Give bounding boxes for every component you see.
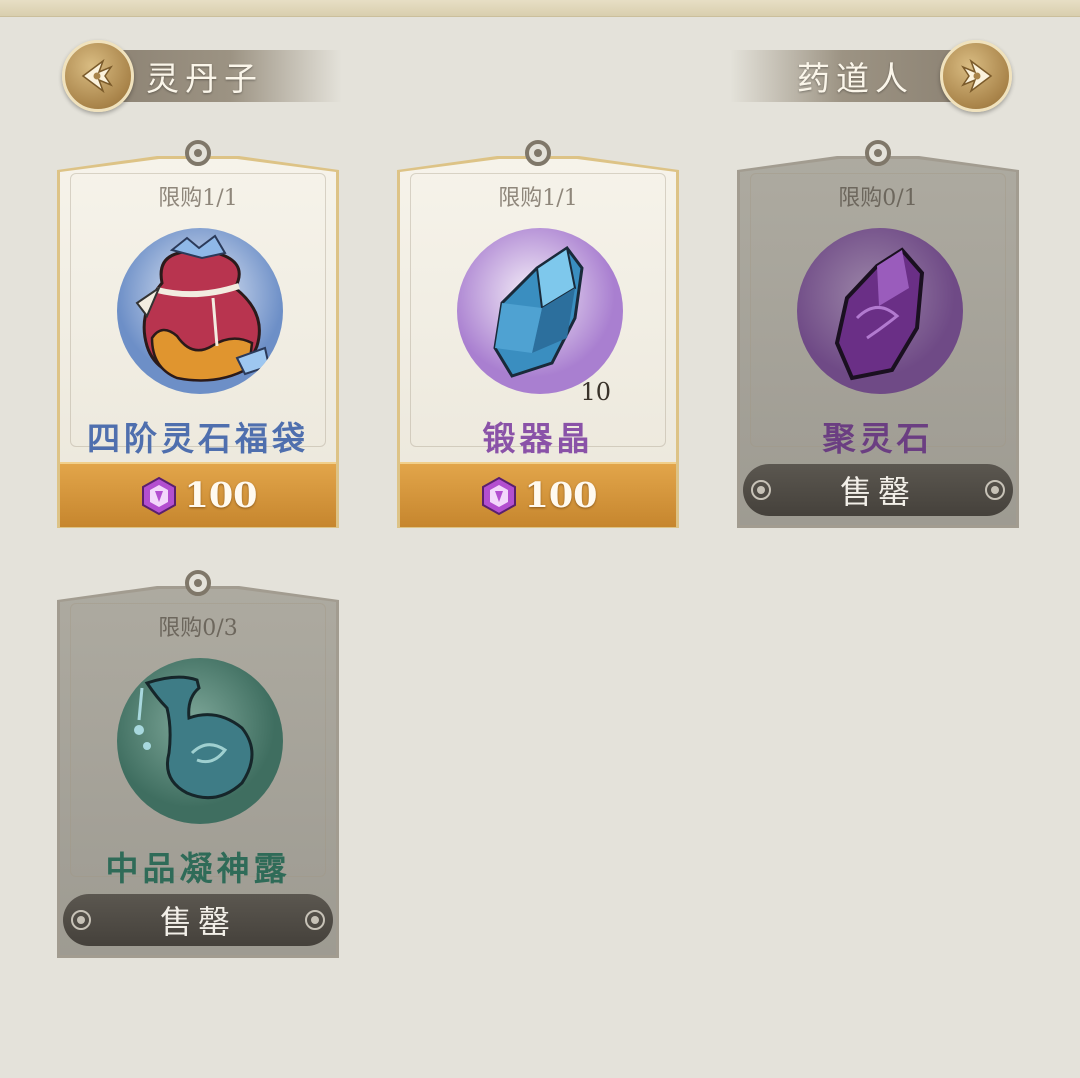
purple-stone-icon <box>797 228 963 394</box>
item-name: 聚灵石 <box>822 419 934 458</box>
prev-vendor-button[interactable]: 灵丹子 <box>62 40 342 112</box>
shop-item-card[interactable]: 限购0/1 聚灵石 售罄 <box>737 140 1019 528</box>
buy-button[interactable]: 100 <box>60 462 336 527</box>
potion-flask-icon <box>117 658 283 824</box>
next-vendor-button[interactable]: 药道人 <box>730 40 1012 112</box>
arrow-right-icon <box>940 40 1012 112</box>
item-name: 四阶灵石福袋 <box>87 419 309 458</box>
purchase-limit: 限购1/1 <box>158 186 238 211</box>
item-name: 锻器晶 <box>482 419 594 458</box>
sold-out-badge: 售罄 <box>63 894 333 946</box>
sold-out-label: 售罄 <box>839 473 916 511</box>
item-name: 中品凝神露 <box>105 849 291 888</box>
purchase-limit: 限购0/1 <box>838 186 918 211</box>
sold-out-label: 售罄 <box>159 903 236 941</box>
currency-gem-icon <box>482 476 517 515</box>
item-quantity: 10 <box>580 378 611 406</box>
price-value: 100 <box>184 475 258 516</box>
purchase-limit: 限购0/3 <box>158 616 238 641</box>
card-hanger <box>185 140 211 166</box>
card-hanger <box>865 140 891 166</box>
shop-item-card[interactable]: 限购0/3 中品凝神露 售罄 <box>57 570 339 958</box>
card-hanger <box>185 570 211 596</box>
price-value: 100 <box>524 475 598 516</box>
top-strip <box>0 0 1080 17</box>
sold-out-badge: 售罄 <box>743 464 1013 516</box>
purchase-limit: 限购1/1 <box>498 186 578 211</box>
arrow-left-icon <box>62 40 134 112</box>
shop-item-card[interactable]: 限购1/1 10 锻器晶 100 <box>397 140 679 528</box>
currency-gem-icon <box>142 476 177 515</box>
lucky-bag-icon <box>117 228 283 394</box>
shop-item-card[interactable]: 限购1/1 四阶灵石福袋 100 <box>57 140 339 528</box>
buy-button[interactable]: 100 <box>400 462 676 527</box>
card-hanger <box>525 140 551 166</box>
blue-crystal-icon <box>457 228 623 394</box>
